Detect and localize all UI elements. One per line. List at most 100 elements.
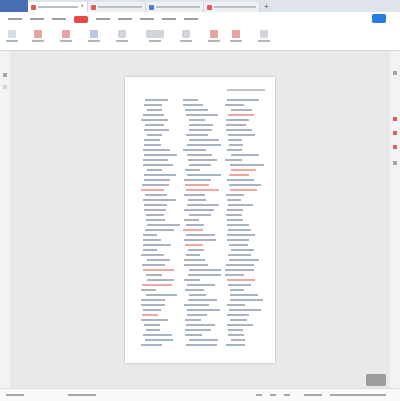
text-line xyxy=(227,279,256,281)
text-line xyxy=(229,309,262,311)
text-line xyxy=(225,104,244,106)
text-line xyxy=(227,149,243,151)
text-line xyxy=(185,169,200,171)
text-line xyxy=(227,329,244,331)
text-line xyxy=(228,114,255,116)
text-line xyxy=(183,149,206,151)
toolbar-button[interactable] xyxy=(230,30,242,42)
text-line xyxy=(186,284,215,286)
menu-item[interactable] xyxy=(30,18,44,20)
text-line xyxy=(225,264,254,266)
text-line xyxy=(185,319,202,321)
zoom-control[interactable] xyxy=(146,30,164,42)
text-column xyxy=(225,99,265,349)
text-line xyxy=(227,324,253,326)
toolbar-button[interactable] xyxy=(116,30,128,42)
new-tab-button[interactable]: + xyxy=(264,2,269,11)
text-line xyxy=(145,339,174,341)
home-tab[interactable] xyxy=(0,0,28,12)
text-line xyxy=(187,249,204,251)
left-sidebar xyxy=(0,51,10,388)
text-line xyxy=(227,234,255,236)
menu-item[interactable] xyxy=(52,18,66,20)
text-line xyxy=(143,334,172,336)
zoom-slider[interactable] xyxy=(330,394,386,396)
tool-icon[interactable] xyxy=(393,117,397,121)
doc-tab-4[interactable] xyxy=(204,2,260,12)
doc-tab-1[interactable]: × xyxy=(28,2,88,12)
text-line xyxy=(189,129,213,131)
text-line xyxy=(145,124,164,126)
page-nav-button[interactable] xyxy=(366,374,386,386)
menu-item[interactable] xyxy=(8,18,22,20)
view-icon[interactable] xyxy=(284,394,290,396)
menu-item[interactable] xyxy=(118,18,132,20)
tool-icon[interactable] xyxy=(393,145,397,149)
text-line xyxy=(147,134,162,136)
view-icon[interactable] xyxy=(270,394,276,396)
toolbar-button[interactable] xyxy=(6,30,18,42)
text-line xyxy=(183,304,210,306)
doc-tab-2[interactable] xyxy=(88,2,146,12)
menu-item[interactable] xyxy=(140,18,154,20)
bookmark-icon[interactable] xyxy=(3,85,7,89)
tab-bar: × + xyxy=(0,0,400,12)
text-line xyxy=(145,194,168,196)
text-line xyxy=(143,154,178,156)
zoom-level[interactable] xyxy=(304,394,322,396)
text-line xyxy=(184,219,200,221)
text-line xyxy=(184,194,206,196)
text-line xyxy=(226,344,245,346)
text-line xyxy=(227,284,252,286)
select-icon xyxy=(90,30,98,38)
annotate-icon xyxy=(210,30,218,38)
ribbon-toolbar xyxy=(0,26,400,51)
toolbar-button[interactable] xyxy=(32,30,44,42)
pdf-icon xyxy=(31,4,36,10)
share-button[interactable] xyxy=(372,14,386,23)
doc-tab-3[interactable] xyxy=(146,2,204,12)
status-text xyxy=(68,394,96,396)
text-line xyxy=(188,274,222,276)
text-line xyxy=(226,119,249,121)
menu-item[interactable] xyxy=(162,18,176,20)
text-line xyxy=(230,294,258,296)
text-line xyxy=(225,214,242,216)
tool-icon[interactable] xyxy=(393,131,397,135)
menu-item[interactable] xyxy=(184,18,198,20)
text-line xyxy=(184,179,212,181)
text-line xyxy=(143,139,160,141)
toolbar-button[interactable] xyxy=(60,30,72,42)
text-line xyxy=(185,184,210,186)
text-line xyxy=(225,194,245,196)
text-line xyxy=(231,169,257,171)
toolbar-button[interactable] xyxy=(208,30,220,42)
close-icon[interactable]: × xyxy=(80,4,84,10)
menu-item-home[interactable] xyxy=(74,15,88,23)
text-line xyxy=(141,344,163,346)
toolbar-button[interactable] xyxy=(258,30,270,42)
text-line xyxy=(187,144,221,146)
text-line xyxy=(146,294,177,296)
menu-item[interactable] xyxy=(96,18,110,20)
text-line xyxy=(145,229,174,231)
text-line xyxy=(227,99,259,101)
tool-icon[interactable] xyxy=(393,161,397,165)
text-column xyxy=(141,99,181,349)
text-line xyxy=(227,314,250,316)
right-sidebar xyxy=(390,51,400,388)
doc-icon xyxy=(149,4,154,10)
panel-icon[interactable] xyxy=(393,71,397,75)
toolbar-button[interactable] xyxy=(88,30,100,42)
text-line xyxy=(142,284,173,286)
text-line xyxy=(185,224,205,226)
text-line xyxy=(143,204,168,206)
text-line xyxy=(142,269,175,271)
text-line xyxy=(226,129,252,131)
toolbar-button[interactable] xyxy=(180,30,192,42)
text-line xyxy=(141,184,169,186)
text-line xyxy=(188,214,211,216)
text-line xyxy=(185,344,217,346)
view-icon[interactable] xyxy=(256,394,262,396)
thumbnail-icon[interactable] xyxy=(3,73,7,77)
